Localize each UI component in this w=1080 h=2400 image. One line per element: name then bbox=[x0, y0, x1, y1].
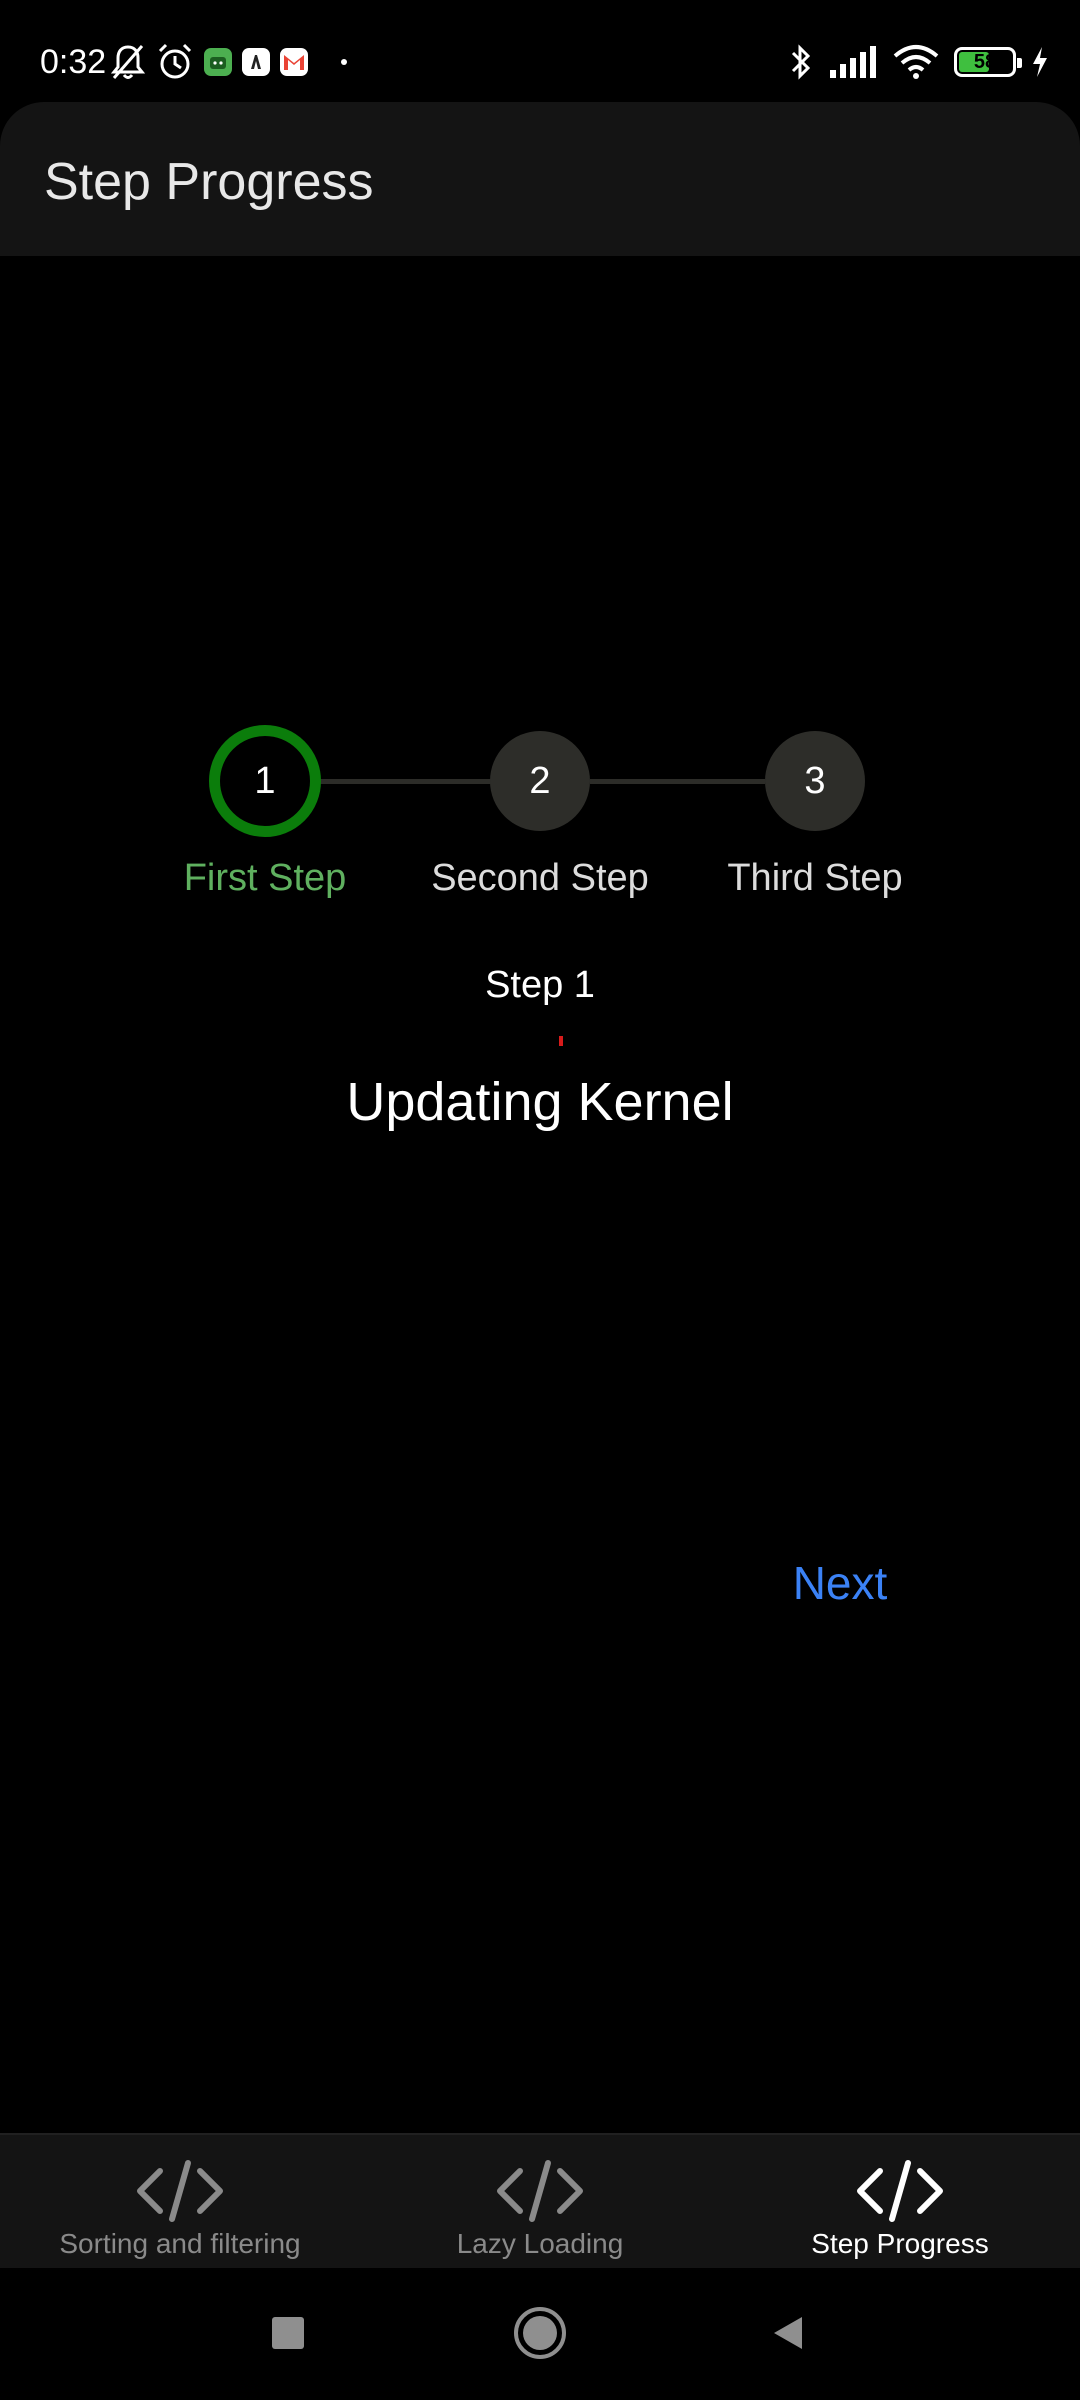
nav-label-sorting-and-filtering: Sorting and filtering bbox=[59, 2228, 301, 2259]
indicator-tick bbox=[559, 1036, 563, 1046]
step-3-label: Third Step bbox=[727, 857, 903, 899]
step-3-circle[interactable]: 3 bbox=[765, 731, 865, 831]
current-step-title: Step 1 bbox=[485, 964, 595, 1006]
step-2-number: 2 bbox=[529, 759, 551, 802]
recents-button[interactable] bbox=[248, 2298, 328, 2368]
step-connector-2-3 bbox=[590, 779, 765, 784]
back-button[interactable] bbox=[748, 2298, 828, 2368]
home-button[interactable] bbox=[500, 2298, 580, 2368]
current-step-description: Updating Kernel bbox=[346, 1072, 734, 1132]
step-1-number: 1 bbox=[254, 759, 276, 802]
nav-item-sorting-and-filtering[interactable]: Sorting and filtering bbox=[0, 2135, 360, 2270]
nav-item-step-progress[interactable]: Step Progress bbox=[720, 2135, 1080, 2270]
nav-item-lazy-loading[interactable]: Lazy Loading bbox=[360, 2135, 720, 2270]
triangle-back-icon bbox=[774, 2317, 802, 2349]
code-icon bbox=[134, 2159, 226, 2223]
code-icon bbox=[494, 2159, 586, 2223]
screen: 0:32 58 Step Progress 1 2 3 First Step S… bbox=[0, 0, 1080, 2400]
nav-label-step-progress: Step Progress bbox=[811, 2228, 989, 2259]
circle-icon bbox=[514, 2307, 566, 2359]
square-icon bbox=[272, 2317, 304, 2349]
step-2-circle[interactable]: 2 bbox=[490, 731, 590, 831]
next-button[interactable]: Next bbox=[770, 1550, 910, 1616]
step-1-circle[interactable]: 1 bbox=[209, 725, 321, 837]
system-navigation-bar bbox=[0, 2268, 1080, 2400]
step-3-number: 3 bbox=[804, 759, 826, 802]
step-connector-1-2 bbox=[320, 779, 495, 784]
step-progress-indicator: 1 2 3 First Step Second Step Third Step … bbox=[0, 0, 1080, 2400]
nav-label-lazy-loading: Lazy Loading bbox=[456, 2228, 624, 2259]
step-1-label: First Step bbox=[183, 857, 347, 899]
code-icon bbox=[854, 2159, 946, 2223]
bottom-navigation: Sorting and filtering Lazy Loading Step … bbox=[0, 2133, 1080, 2268]
step-2-label: Second Step bbox=[431, 857, 649, 899]
